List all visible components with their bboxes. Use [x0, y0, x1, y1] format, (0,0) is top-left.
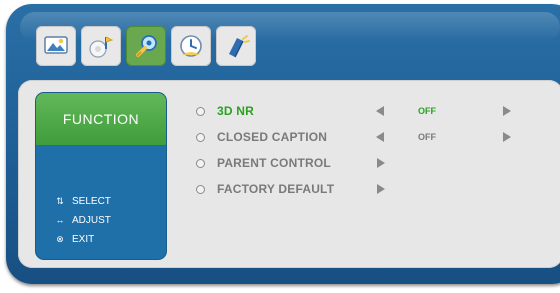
menu-item-factory-default[interactable]: FACTORY DEFAULT — [196, 176, 526, 202]
menu-item-label: FACTORY DEFAULT — [217, 182, 335, 196]
menu-item-label: CLOSED CAPTION — [217, 130, 328, 144]
side-panel: FUNCTION ⇅ SELECT ↔ ADJUST ⊗ EXIT — [36, 93, 166, 259]
menu-item-closed-caption[interactable]: CLOSED CAPTION OFF — [196, 124, 526, 150]
left-arrow-icon[interactable] — [376, 106, 384, 116]
left-arrow-icon[interactable] — [376, 132, 384, 142]
help-row-adjust: ↔ ADJUST — [54, 211, 111, 230]
top-icon-bar — [36, 26, 256, 66]
menu-item-label: 3D NR — [217, 104, 255, 118]
exit-icon: ⊗ — [56, 234, 64, 244]
right-arrow-icon[interactable] — [377, 158, 385, 168]
sound-icon[interactable] — [81, 26, 121, 66]
side-panel-title: FUNCTION — [36, 93, 166, 146]
right-arrow-icon[interactable] — [503, 106, 511, 116]
menu-item-value: OFF — [418, 132, 436, 142]
help-text-exit: EXIT — [72, 234, 95, 245]
tv-osd-screen: FUNCTION ⇅ SELECT ↔ ADJUST ⊗ EXIT 3D NR … — [0, 0, 560, 293]
function-icon[interactable] — [126, 26, 166, 66]
channel-icon[interactable] — [216, 26, 256, 66]
menu-item-3d-nr[interactable]: 3D NR OFF — [196, 98, 526, 124]
help-legend: ⇅ SELECT ↔ ADJUST ⊗ EXIT — [54, 192, 111, 249]
menu-item-parent-control[interactable]: PARENT CONTROL — [196, 150, 526, 176]
radio-bullet-icon — [196, 158, 205, 168]
help-text-adjust: ADJUST — [72, 215, 111, 226]
picture-icon[interactable] — [36, 26, 76, 66]
help-row-exit: ⊗ EXIT — [54, 230, 111, 249]
function-menu: 3D NR OFF CLOSED CAPTION OFF PARENT CONT… — [196, 98, 526, 202]
leftright-arrows-icon: ↔ — [55, 215, 65, 225]
right-arrow-icon[interactable] — [377, 184, 385, 194]
help-text-select: SELECT — [72, 196, 111, 207]
time-icon[interactable] — [171, 26, 211, 66]
radio-bullet-icon — [196, 184, 205, 194]
menu-item-value: OFF — [418, 106, 436, 116]
radio-bullet-icon — [196, 132, 205, 142]
radio-bullet-icon — [196, 106, 205, 116]
updown-arrows-icon: ⇅ — [56, 196, 64, 206]
menu-item-label: PARENT CONTROL — [217, 156, 331, 170]
right-arrow-icon[interactable] — [503, 132, 511, 142]
help-row-select: ⇅ SELECT — [54, 192, 111, 211]
